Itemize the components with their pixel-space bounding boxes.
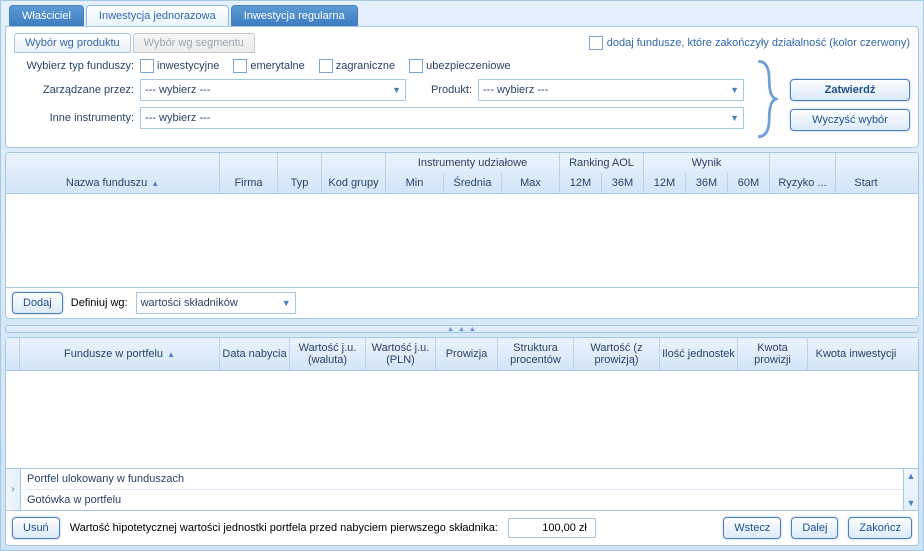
select-definiuj-wg[interactable]: wartości składników▼ [136, 292, 296, 314]
label-other-instruments: Inne instrumenty: [14, 112, 134, 124]
label-definiuj-wg: Definiuj wg: [71, 297, 128, 309]
col-fund-name[interactable]: Nazwa funduszu▲ [6, 173, 220, 193]
select-product[interactable]: --- wybierz ---▼ [478, 79, 744, 101]
col-ilosc-jednostek[interactable]: Ilość jednostek [660, 338, 738, 370]
checkbox-icon [319, 59, 333, 73]
col-kwota-inwestycji[interactable]: Kwota inwestycji [808, 338, 904, 370]
check-ubezpieczeniowe[interactable]: ubezpieczeniowe [409, 59, 510, 73]
delete-button[interactable]: Usuń [12, 517, 60, 539]
expand-summary-button[interactable]: › [6, 469, 21, 510]
subtab-by-segment[interactable]: Wybór wg segmentu [133, 33, 255, 53]
add-closed-label: dodaj fundusze, które zakończyły działal… [607, 37, 910, 49]
col-prowizja[interactable]: Prowizja [436, 338, 498, 370]
select-other-instruments[interactable]: --- wybierz ---▼ [140, 107, 744, 129]
tab-regular-investment[interactable]: Inwestycja regularna [231, 5, 358, 26]
finish-button[interactable]: Zakończ [848, 517, 912, 539]
vertical-scrollbar[interactable]: ▲▼ [903, 469, 918, 510]
chevron-down-icon: ▼ [282, 298, 291, 308]
col-wynik-36m[interactable]: 36M [686, 173, 728, 193]
back-button[interactable]: Wstecz [723, 517, 781, 539]
col-rank-36m[interactable]: 36M [602, 173, 644, 193]
hypothetical-value-input[interactable]: 100,00 zł [508, 518, 596, 538]
col-kwota-prowizji[interactable]: Kwota prowizji [738, 338, 808, 370]
label-hypothetical: Wartość hipotetycznej wartości jednostki… [70, 522, 498, 534]
check-inwestycyjne[interactable]: inwestycyjne [140, 59, 219, 73]
chevron-down-icon: ▼ [392, 85, 401, 95]
sort-asc-icon: ▲ [151, 179, 159, 188]
col-min[interactable]: Min [386, 173, 444, 193]
col-rank-12m[interactable]: 12M [560, 173, 602, 193]
col-wartosc-waluta[interactable]: Wartość j.u.(waluta) [290, 338, 366, 370]
check-zagraniczne[interactable]: zagraniczne [319, 59, 395, 73]
splitter-handle[interactable]: ▲ ▲ ▲ [5, 325, 919, 333]
filter-panel: Wybór wg produktu Wybór wg segmentu doda… [5, 26, 919, 148]
checkbox-icon [589, 36, 603, 50]
col-wynik-12m[interactable]: 12M [644, 173, 686, 193]
col-typ[interactable]: Typ [278, 173, 322, 193]
col-portfolio-funds[interactable]: Fundusze w portfelu▲ [20, 338, 220, 370]
clear-selection-button[interactable]: Wyczyść wybór [790, 109, 910, 131]
col-group-result: Wynik [644, 153, 770, 173]
confirm-button[interactable]: Zatwierdź [790, 79, 910, 101]
col-wartosc-pln[interactable]: Wartość j.u.(PLN) [366, 338, 436, 370]
col-struktura[interactable]: Struktura procentów [498, 338, 574, 370]
top-tabs: Właściciel Inwestycja jednorazowa Inwest… [5, 5, 919, 26]
col-group-instruments: Instrumenty udziałowe [386, 153, 560, 173]
scroll-down-icon: ▼ [907, 498, 916, 508]
label-fund-type: Wybierz typ funduszy: [14, 60, 134, 72]
scroll-up-icon: ▲ [907, 471, 916, 481]
brace-icon [756, 59, 778, 139]
summary-gotowka: Gotówka w portfelu [21, 490, 903, 510]
add-closed-funds-checkbox[interactable]: dodaj fundusze, które zakończyły działal… [589, 33, 910, 53]
col-group-ranking: Ranking AOL [560, 153, 644, 173]
col-ryzyko[interactable]: Ryzyko ... [770, 173, 836, 193]
label-product: Produkt: [412, 84, 472, 96]
add-button[interactable]: Dodaj [12, 292, 63, 314]
summary-portfel: Portfel ulokowany w funduszach [21, 469, 903, 490]
portfolio-grid: Fundusze w portfelu▲ Data nabycia Wartoś… [5, 337, 919, 546]
col-firma[interactable]: Firma [220, 173, 278, 193]
funds-grid-body [6, 194, 918, 287]
label-managed-by: Zarządzane przez: [14, 84, 134, 96]
tab-owner[interactable]: Właściciel [9, 5, 84, 26]
checkbox-icon [409, 59, 423, 73]
portfolio-grid-body [6, 371, 918, 468]
check-emerytalne[interactable]: emerytalne [233, 59, 304, 73]
chevron-down-icon: ▼ [730, 85, 739, 95]
funds-grid: Instrumenty udziałowe Ranking AOL Wynik … [5, 152, 919, 319]
next-button[interactable]: Dalej [791, 517, 838, 539]
col-wynik-60m[interactable]: 60M [728, 173, 770, 193]
col-start[interactable]: Start [836, 173, 896, 193]
col-wartosc-z-prowizja[interactable]: Wartość (z prowizją) [574, 338, 660, 370]
col-srednia[interactable]: Średnia [444, 173, 502, 193]
col-max[interactable]: Max [502, 173, 560, 193]
col-data-nabycia[interactable]: Data nabycia [220, 338, 290, 370]
select-managed-by[interactable]: --- wybierz ---▼ [140, 79, 406, 101]
checkbox-icon [140, 59, 154, 73]
tab-onetime-investment[interactable]: Inwestycja jednorazowa [86, 5, 229, 26]
col-kod-grupy[interactable]: Kod grupy [322, 173, 386, 193]
chevron-down-icon: ▼ [730, 113, 739, 123]
checkbox-icon [233, 59, 247, 73]
sort-asc-icon: ▲ [167, 350, 175, 359]
subtab-by-product[interactable]: Wybór wg produktu [14, 33, 131, 53]
